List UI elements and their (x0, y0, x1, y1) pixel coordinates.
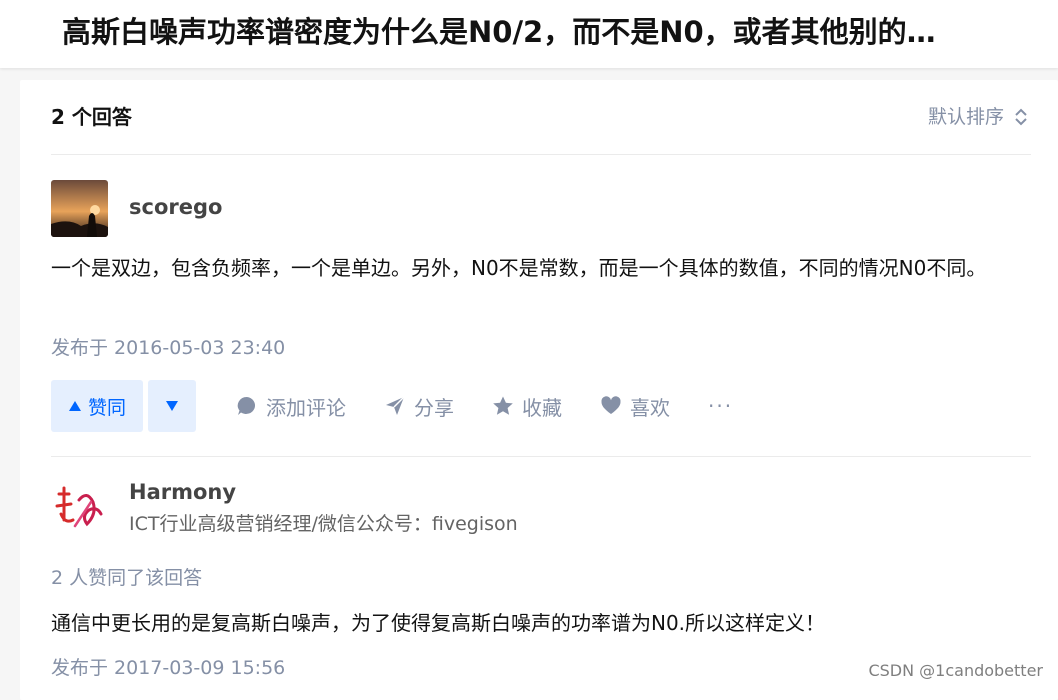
sort-label: 默认排序 (927, 106, 1004, 128)
send-icon (386, 396, 405, 415)
question-header: 高斯白噪声功率谱密度为什么是N0/2，而不是N0，或者其他别的… (0, 0, 1058, 68)
collect-label: 收藏 (522, 395, 563, 420)
question-title[interactable]: 高斯白噪声功率谱密度为什么是N0/2，而不是N0，或者其他别的… (62, 12, 1052, 52)
comment-button[interactable]: 添加评论 (236, 392, 346, 421)
header-divider (51, 154, 1031, 155)
triangle-up-icon (69, 401, 81, 411)
watermark: CSDN @1candobetter (868, 661, 1043, 680)
vote-count: 2 人赞同了该回答 (51, 567, 203, 589)
star-icon (493, 396, 513, 415)
more-button[interactable]: ··· (708, 394, 733, 418)
answer-content: 一个是双边，包含负频率，一个是单边。另外，N0不是常数，而是一个具体的数值，不同… (51, 256, 987, 280)
like-button[interactable]: 喜欢 (600, 392, 670, 421)
avatar[interactable] (51, 180, 108, 237)
publish-time[interactable]: 发布于 2016-05-03 23:40 (51, 334, 285, 362)
author-name[interactable]: scorego (129, 192, 222, 222)
author-bio: ICT行业高级营销经理/微信公众号：fivegison (129, 513, 518, 535)
comment-icon (237, 396, 256, 415)
answer-actions: 赞同 添加评论 分享 收藏 喜欢 ··· (51, 380, 733, 432)
triangle-down-icon (166, 401, 179, 411)
author-name[interactable]: Harmony (129, 477, 236, 507)
answer-divider (51, 456, 1031, 457)
comment-label: 添加评论 (266, 395, 347, 420)
upvote-button[interactable]: 赞同 (51, 380, 144, 432)
share-label: 分享 (414, 395, 455, 420)
sort-chevron-icon (1015, 108, 1027, 126)
answers-count: 2 个回答 (51, 105, 132, 129)
upvote-label: 赞同 (88, 396, 127, 419)
answers-card: 2 个回答 默认排序 scorego 一个是双边，包含负频率，一个是单边。另外，… (20, 80, 1058, 700)
like-label: 喜欢 (630, 395, 671, 420)
downvote-button[interactable] (148, 380, 197, 432)
heart-icon (601, 396, 621, 414)
share-button[interactable]: 分享 (384, 392, 454, 421)
sort-button[interactable]: 默认排序 (928, 102, 1028, 132)
collect-button[interactable]: 收藏 (492, 392, 562, 421)
avatar[interactable] (51, 480, 108, 537)
publish-time[interactable]: 发布于 2017-03-09 15:56 (51, 654, 285, 682)
answer-content: 通信中更长用的是复高斯白噪声，为了使得复高斯白噪声的功率谱为N0.所以这样定义！ (51, 611, 826, 635)
